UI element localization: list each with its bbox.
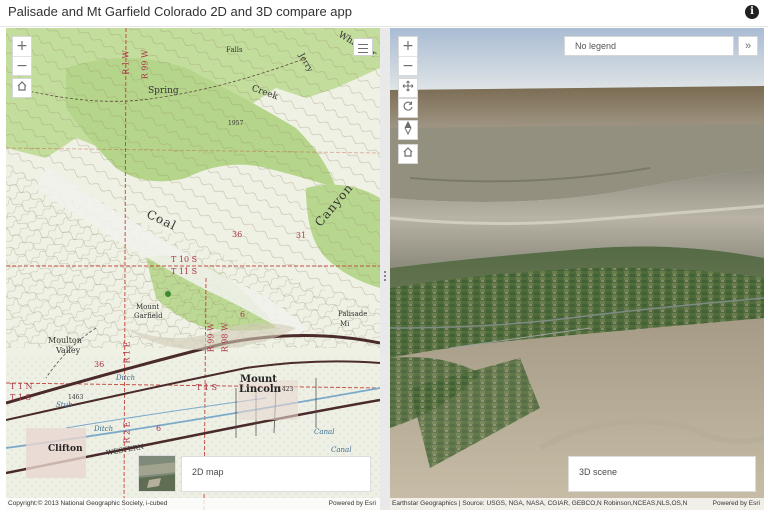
map-label-mine: Mi xyxy=(340,320,350,328)
map-label-r2e: R 2 E xyxy=(122,421,132,444)
map-label-t11s: T 11 S xyxy=(171,267,198,276)
home-icon xyxy=(403,147,413,157)
rotate-button[interactable] xyxy=(398,98,418,118)
map-label-r99w-b: R 99 W xyxy=(206,322,216,353)
map-label-section-6b: 6 xyxy=(156,424,162,433)
home-button[interactable] xyxy=(12,78,32,98)
map-label-mount-garfield-1: Mount xyxy=(136,303,160,311)
double-chevron-right-icon: » xyxy=(744,40,752,52)
scene-3d-view[interactable]: + − No legend » 3D scene Earthstar Geogr… xyxy=(390,28,764,510)
attribution-text-3d: Earthstar Geographics | Source: USGS, NG… xyxy=(392,500,688,507)
powered-by-esri-2d[interactable]: Powered by Esri xyxy=(329,498,376,510)
map-label-section-6: 6 xyxy=(240,310,246,319)
map-label-t1n: T 1 N xyxy=(10,382,33,391)
map-label-stub: Stub xyxy=(56,401,73,409)
powered-by-esri-3d[interactable]: Powered by Esri xyxy=(713,498,760,510)
map-label-ditch: Ditch xyxy=(116,374,136,382)
map-label-falls: Falls xyxy=(226,46,243,54)
map-2d-label-card: 2D map xyxy=(181,456,371,492)
zoom-out-button-3d[interactable]: − xyxy=(399,56,417,75)
map-label-r99w: R 99 W xyxy=(140,49,150,80)
map-label-mount-garfield-2: Garfield xyxy=(134,312,163,320)
map-label-elev-1423: 1423 xyxy=(278,386,294,393)
rotate-icon xyxy=(403,101,413,111)
map-label-section-36b: 36 xyxy=(94,360,105,369)
map-label-r1e: R 1 E xyxy=(122,341,132,364)
layer-list-button[interactable] xyxy=(353,38,373,56)
info-icon[interactable]: i xyxy=(745,5,759,19)
compass-button[interactable] xyxy=(398,120,418,140)
app-header: Palisade and Mt Garfield Colorado 2D and… xyxy=(0,0,768,27)
attribution-3d: Earthstar Geographics | Source: USGS, NG… xyxy=(390,498,764,510)
map-label-elev-1463: 1463 xyxy=(68,394,84,401)
scene-3d-label: 3D scene xyxy=(579,467,618,477)
map-2d-label: 2D map xyxy=(192,467,224,477)
app-title: Palisade and Mt Garfield Colorado 2D and… xyxy=(8,4,352,19)
map-label-canal: Canal xyxy=(314,428,335,436)
home-icon xyxy=(17,81,27,91)
divider-grip-icon[interactable] xyxy=(383,270,387,284)
map-label-t1s: T 1 S xyxy=(10,393,31,402)
map-label-mount-lincoln-2: Lincoln xyxy=(239,384,281,395)
map-2d-view[interactable]: Whitaker Falls Jerry Spring Creek 1957 C… xyxy=(6,28,380,510)
menu-icon xyxy=(358,44,368,45)
split-divider[interactable] xyxy=(380,28,390,510)
legend-text: No legend xyxy=(575,41,617,51)
map-label-clifton: Clifton xyxy=(48,444,83,454)
zoom-control-3d: + − xyxy=(398,36,418,76)
map-label-t10s: T 10 S xyxy=(171,255,198,264)
zoom-control-2d: + − xyxy=(12,36,32,76)
home-button-3d[interactable] xyxy=(398,144,418,164)
imagery-thumbnail-image xyxy=(139,456,175,491)
zoom-in-button[interactable]: + xyxy=(13,37,31,56)
scene-3d-label-card: 3D scene xyxy=(568,456,756,492)
map-label-t1s-b: T 1 S xyxy=(196,383,217,392)
basemap-thumbnail[interactable] xyxy=(138,455,176,492)
map-label-section-36: 36 xyxy=(232,230,243,239)
map-label-elev-1957: 1957 xyxy=(228,120,244,127)
map-label-canal-2: Canal xyxy=(331,446,352,454)
compass-icon xyxy=(404,120,412,136)
map-label-palisade: Palisade xyxy=(338,310,368,318)
legend-panel: No legend xyxy=(564,36,734,56)
map-label-r98w: R 98 W xyxy=(220,322,230,353)
attribution-text-2d: Copyright:© 2013 National Geographic Soc… xyxy=(8,500,168,507)
map-label-r1w: R 1 W xyxy=(121,50,131,75)
map-label-section-31: 31 xyxy=(296,231,307,240)
map-label-moulton: Moulton xyxy=(48,336,82,345)
attribution-2d: Copyright:© 2013 National Geographic Soc… xyxy=(6,498,380,510)
3d-terrain-scene xyxy=(390,28,764,510)
map-label-valley: Valley xyxy=(56,346,81,355)
zoom-out-button[interactable]: − xyxy=(13,56,31,75)
map-label-ditch-2: Ditch xyxy=(94,425,114,433)
pan-icon xyxy=(402,80,414,92)
map-label-spring: Spring xyxy=(148,86,179,96)
zoom-in-button-3d[interactable]: + xyxy=(399,37,417,56)
pan-button[interactable] xyxy=(398,78,418,98)
legend-expand-button[interactable]: » xyxy=(738,36,758,56)
